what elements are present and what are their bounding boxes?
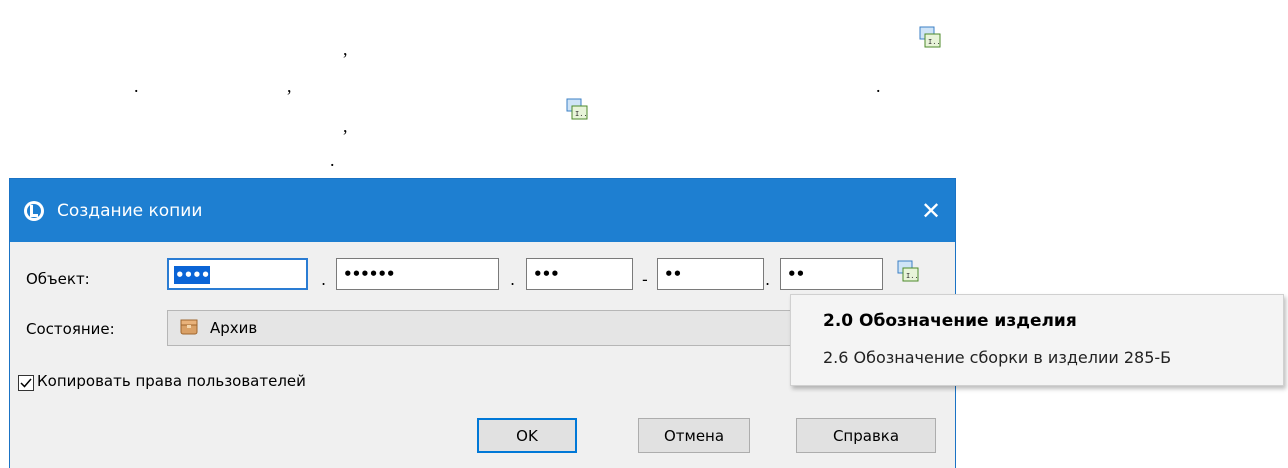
object-segment-1-input[interactable]: •••• (167, 258, 308, 290)
object-segment-4-value: •• (664, 265, 682, 283)
designation-picker-icon: I.. (919, 26, 941, 48)
segment-separator: . (765, 270, 771, 289)
object-segment-3-input[interactable]: ••• (526, 258, 633, 290)
doc-period: . (330, 150, 335, 170)
cancel-button[interactable]: Отмена (638, 418, 750, 453)
doc-period: . (876, 76, 881, 96)
close-button[interactable]: ✕ (907, 179, 955, 242)
segment-separator: . (321, 270, 327, 289)
doc-period: . (134, 76, 139, 96)
help-button[interactable]: Справка (796, 418, 936, 453)
object-segment-2-value: •••••• (343, 265, 396, 283)
ok-button[interactable]: OK (477, 418, 577, 453)
copy-rights-label[interactable]: Копировать права пользователей (37, 372, 306, 390)
designation-picker-icon: I.. (566, 98, 588, 120)
object-segment-4-input[interactable]: •• (657, 258, 764, 290)
state-select[interactable]: Архив (167, 310, 792, 346)
doc-comma: , (343, 116, 348, 136)
doc-comma: , (343, 39, 348, 59)
svg-text:I..: I.. (928, 38, 941, 46)
object-segment-5-value: •• (787, 265, 805, 283)
object-segment-2-input[interactable]: •••••• (336, 258, 499, 290)
state-value: Архив (210, 319, 258, 337)
app-logo-icon (24, 201, 44, 221)
popup-item-assembly-designation[interactable]: 2.6 Обозначение сборки в изделии 285-Б (823, 348, 1171, 367)
doc-comma: , (287, 76, 292, 96)
object-segment-5-input[interactable]: •• (780, 258, 883, 290)
copy-rights-checkbox[interactable] (18, 375, 34, 391)
object-segment-1-value: •••• (174, 266, 210, 284)
segment-separator: . (510, 270, 516, 289)
designation-picker-button[interactable]: I.. (897, 260, 919, 282)
segment-separator: - (642, 270, 648, 289)
object-segment-3-value: ••• (533, 265, 560, 283)
title-bar: Создание копии ✕ (10, 179, 955, 242)
popup-item-product-designation[interactable]: 2.0 Обозначение изделия (823, 311, 1077, 331)
archive-box-icon (180, 319, 198, 335)
state-label: Состояние: (26, 320, 115, 338)
svg-text:I..: I.. (575, 110, 588, 118)
dialog-title: Создание копии (57, 201, 203, 221)
svg-text:I..: I.. (906, 272, 919, 280)
designation-popup: 2.0 Обозначение изделия 2.6 Обозначение … (790, 294, 1284, 386)
object-label: Объект: (26, 270, 90, 288)
check-icon (20, 378, 32, 388)
